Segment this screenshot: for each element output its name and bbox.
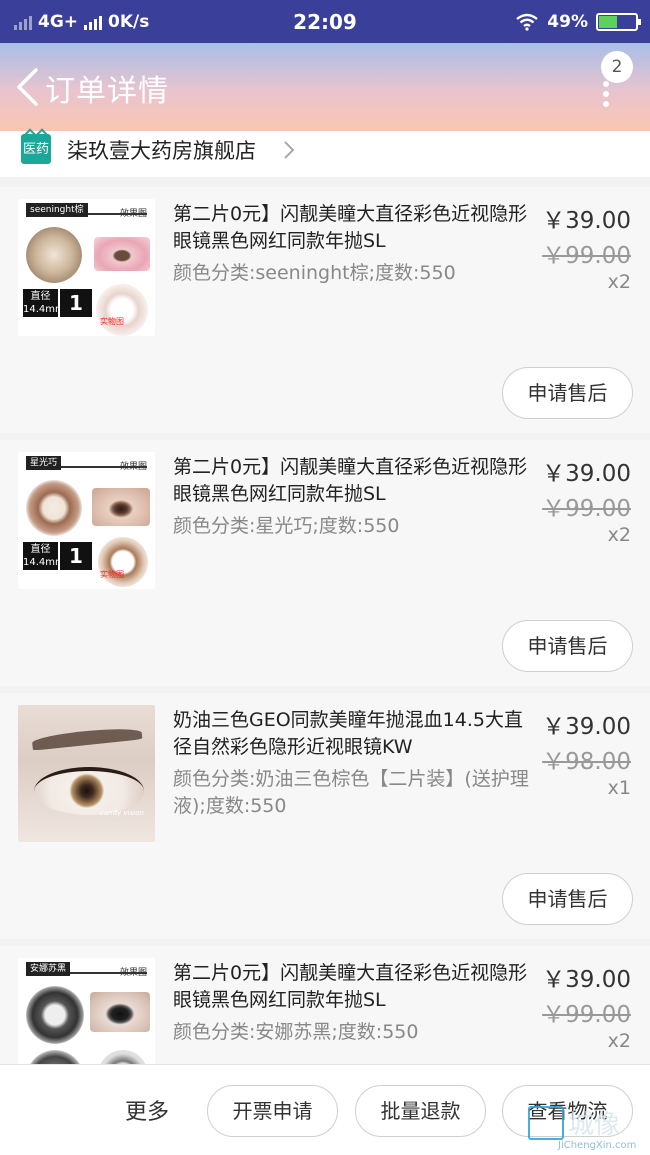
battery-icon bbox=[596, 12, 641, 31]
product-thumbnail: 安娜苏黑 效果图 bbox=[18, 958, 155, 1064]
order-item[interactable]: seeninght棕 效果图 直径 14.4mm 1 实物图 第二片0元】闪靓美瞳… bbox=[0, 187, 650, 433]
eye-image bbox=[92, 488, 150, 526]
eye-image bbox=[34, 767, 144, 815]
item-price: ￥39.00 bbox=[542, 208, 631, 234]
wifi-icon bbox=[516, 13, 539, 31]
item-price: ￥39.00 bbox=[542, 967, 631, 993]
item-spec: 颜色分类:seeninght棕;度数:550 bbox=[173, 262, 456, 284]
thumb-caption: candy vision bbox=[100, 809, 144, 817]
watermark-box-icon bbox=[528, 1106, 564, 1140]
item-quantity: x2 bbox=[607, 271, 631, 293]
thumb-effect-label: 效果图 bbox=[119, 209, 147, 219]
diameter-stamp: 直径 14.4mm bbox=[23, 289, 65, 317]
diameter-stamp: 直径 14.4mm bbox=[23, 542, 65, 570]
item-original-price: ￥99.00 bbox=[542, 1002, 631, 1028]
thumb-effect-label: 效果图 bbox=[119, 968, 147, 978]
thumb-color-tag: 星光巧 bbox=[26, 456, 62, 470]
product-thumbnail: seeninght棕 效果图 直径 14.4mm 1 实物图 bbox=[18, 199, 155, 336]
product-thumbnail: 星光巧 效果图 直径 14.4mm 1 实物图 bbox=[18, 452, 155, 589]
pack-stamp: 1 bbox=[60, 289, 92, 317]
order-item[interactable]: 星光巧 效果图 直径 14.4mm 1 实物图 第二片0元】闪靓美瞳大直径彩色近视… bbox=[0, 440, 650, 686]
watermark-text: 城像 bbox=[568, 1110, 621, 1140]
item-original-price: ￥99.00 bbox=[542, 243, 631, 269]
item-title[interactable]: 第二片0元】闪靓美瞳大直径彩色近视隐形眼镜黑色网红同款年抛SL bbox=[173, 454, 538, 508]
lens-real-image bbox=[98, 1050, 148, 1064]
invoice-request-button[interactable]: 开票申请 bbox=[207, 1085, 338, 1137]
notification-badge[interactable]: 2 bbox=[601, 51, 633, 83]
after-sale-button[interactable]: 申请售后 bbox=[502, 620, 633, 672]
eye-image bbox=[90, 992, 150, 1032]
item-quantity: x2 bbox=[607, 524, 631, 546]
thumb-color-tag: seeninght棕 bbox=[26, 203, 88, 217]
watermark-url: JiChengXin.com bbox=[558, 1140, 637, 1151]
item-original-price: ￥99.00 bbox=[542, 496, 631, 522]
lens-image bbox=[26, 227, 82, 283]
order-item[interactable]: 安娜苏黑 效果图 第二片0元】闪靓美瞳大直径彩色近视隐形眼镜黑色网红同款年抛SL… bbox=[0, 946, 650, 1064]
batch-refund-button[interactable]: 批量退款 bbox=[355, 1085, 486, 1137]
item-original-price: ￥98.00 bbox=[542, 749, 631, 775]
item-title[interactable]: 第二片0元】闪靓美瞳大直径彩色近视隐形眼镜黑色网红同款年抛SL bbox=[173, 201, 538, 255]
more-button[interactable]: 更多 bbox=[125, 1094, 169, 1126]
real-photo-label: 实物图 bbox=[100, 570, 124, 579]
after-sale-button[interactable]: 申请售后 bbox=[502, 367, 633, 419]
product-thumbnail: candy vision bbox=[18, 705, 155, 842]
status-bar: 4G+ 0K/s 22:09 49% bbox=[0, 0, 650, 43]
header-bar: 订单详情 2 bbox=[0, 43, 650, 131]
item-spec: 颜色分类:奶油三色棕色【二片装】(送护理液);度数:550 bbox=[173, 768, 529, 817]
store-row[interactable]: 医药 柒玖壹大药房旗舰店 bbox=[0, 131, 650, 177]
item-title[interactable]: 第二片0元】闪靓美瞳大直径彩色近视隐形眼镜黑色网红同款年抛SL bbox=[173, 960, 538, 1014]
battery-percent: 49% bbox=[547, 11, 588, 32]
item-quantity: x1 bbox=[607, 777, 631, 799]
order-item[interactable]: candy vision 奶油三色GEO同款美瞳年抛混血14.5大直径自然彩色隐… bbox=[0, 693, 650, 939]
eyebrow-image bbox=[31, 725, 143, 751]
real-photo-label: 实物图 bbox=[100, 317, 124, 326]
item-spec: 颜色分类:安娜苏黑;度数:550 bbox=[173, 1021, 419, 1043]
pack-stamp: 1 bbox=[60, 542, 92, 570]
store-logo-icon: 医药 bbox=[21, 134, 51, 164]
watermark-logo: 城像 JiChengXin.com bbox=[528, 1104, 646, 1152]
store-name: 柒玖壹大药房旗舰店 bbox=[67, 139, 256, 163]
lens-image bbox=[26, 480, 82, 536]
lens-real-image bbox=[96, 284, 148, 336]
more-menu-icon[interactable] bbox=[603, 81, 611, 107]
thumb-color-tag: 安娜苏黑 bbox=[26, 962, 71, 976]
item-title[interactable]: 奶油三色GEO同款美瞳年抛混血14.5大直径自然彩色隐形近视眼镜KW bbox=[173, 707, 538, 761]
chevron-right-icon bbox=[284, 141, 295, 159]
item-spec: 颜色分类:星光巧;度数:550 bbox=[173, 515, 400, 537]
item-quantity: x2 bbox=[607, 1030, 631, 1052]
thumb-effect-label: 效果图 bbox=[119, 462, 147, 472]
status-right: 49% bbox=[515, 0, 641, 43]
eye-image bbox=[94, 237, 150, 271]
page-title: 订单详情 bbox=[45, 74, 169, 109]
lens-image-2 bbox=[26, 1050, 84, 1064]
after-sale-button[interactable]: 申请售后 bbox=[502, 873, 633, 925]
back-arrow-icon[interactable] bbox=[14, 67, 40, 107]
item-price: ￥39.00 bbox=[542, 714, 631, 740]
item-price: ￥39.00 bbox=[542, 461, 631, 487]
lens-image bbox=[26, 986, 84, 1044]
